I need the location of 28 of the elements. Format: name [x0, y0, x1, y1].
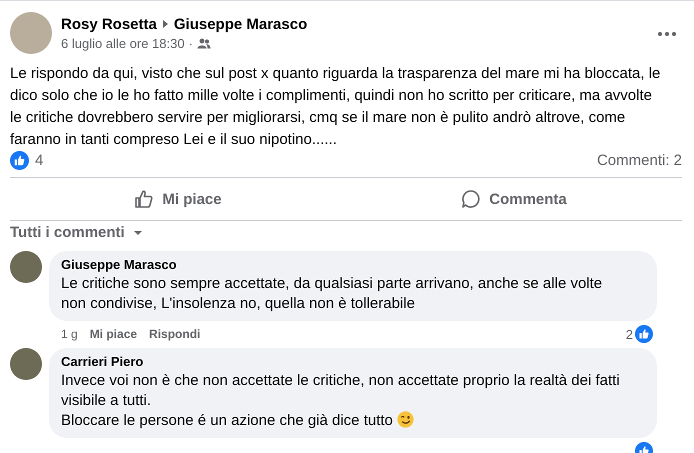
reply-link[interactable]: Rispondi [149, 327, 200, 341]
triangle-icon [162, 19, 169, 29]
comment-time[interactable]: 1 g [61, 327, 78, 341]
author-name[interactable]: Rosy Rosetta [61, 16, 157, 32]
like-count[interactable]: 4 [35, 152, 44, 169]
comment-author[interactable]: Carrieri Piero [61, 354, 645, 369]
comments-filter[interactable]: Tutti i commenti [10, 224, 125, 241]
comment-button[interactable]: Commenta [346, 180, 682, 218]
like-icon[interactable] [10, 151, 29, 170]
comment-like-link[interactable]: Mi piace [90, 327, 138, 341]
speech-bubble-icon [461, 189, 482, 209]
like-button[interactable]: Mi piace [10, 180, 346, 218]
post-time[interactable]: 6 luglio alle ore 18:30 [61, 36, 185, 50]
more-options-icon[interactable] [658, 32, 676, 36]
friends-icon [196, 38, 211, 48]
reaction-count[interactable]: 2 [626, 326, 633, 342]
comment-author[interactable]: Giuseppe Marasco [61, 257, 645, 272]
comment-text: Le critiche sono sempre accettate, da qualsiasi parte arrivano, anche se alle volte non condivise, L'insolenza no, quella non è tollerabile [61, 275, 602, 312]
thumbs-up-icon [134, 189, 154, 209]
caret-icon[interactable] [132, 230, 143, 236]
comment-text: Invece voi non è che non accettate le critiche, non accettate proprio la realtà dei fatti visibile a tutti. Bloccare le persone é un azione che già dice tutto [61, 372, 620, 429]
comments-count[interactable]: Commenti: 2 [596, 152, 682, 169]
recipient-name[interactable]: Giuseppe Marasco [174, 16, 308, 32]
like-reaction-icon[interactable] [635, 325, 653, 343]
avatar-photo[interactable] [10, 251, 42, 283]
avatar-photo[interactable] [10, 348, 42, 380]
post-text: Le rispondo da qui, visto che sul post x quanto riguarda la trasparenza del mare mi ha bloccata, le dico solo che io le ho fatto mille volte i complimenti, quindi non ho scritto per criticare, ma avvolte le critiche dovrebbero servire per migliorarsi, cmq se il mare non è pulito andrò altrove, come faranno in tanti compreso Lei e il suo nipotino...... [10, 64, 662, 150]
separator-dot: · [188, 36, 193, 50]
